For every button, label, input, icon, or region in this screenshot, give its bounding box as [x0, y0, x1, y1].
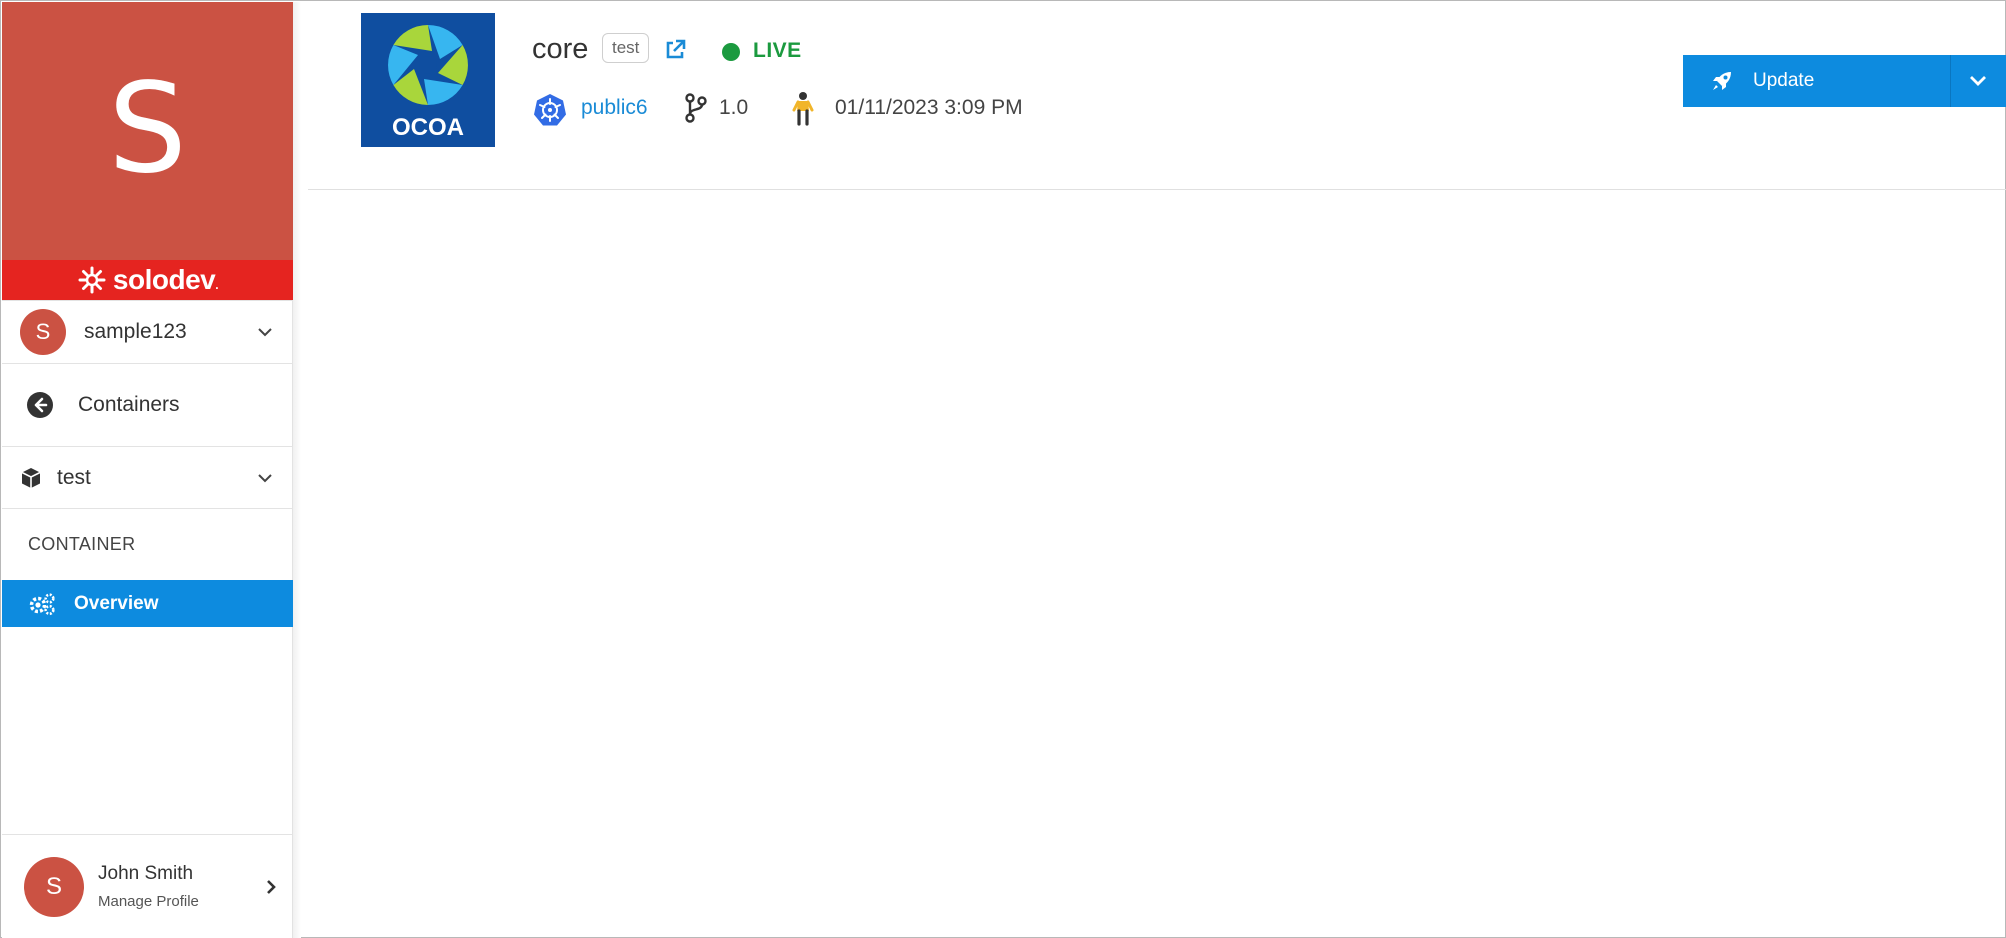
rocket-icon [1713, 72, 1731, 90]
user-name: John Smith [98, 863, 194, 884]
sidebar: S solodev. S sample123 Containers test C… [2, 2, 293, 938]
environment-switcher[interactable]: test [2, 447, 293, 509]
app-logo-text: OCOA [392, 114, 464, 141]
solodev-mark-icon [78, 266, 106, 294]
org-avatar: S [20, 309, 66, 355]
external-link-icon[interactable] [663, 38, 687, 62]
section-label-container: CONTAINER [28, 534, 136, 554]
header-divider [308, 189, 2006, 190]
update-label: Update [1753, 70, 1815, 91]
app-frame: S solodev. S sample123 Containers test C… [0, 0, 2006, 938]
status-dot [722, 43, 740, 61]
solodev-logo[interactable]: solodev. [2, 260, 293, 300]
hero-letter: S [108, 57, 187, 201]
org-switcher[interactable]: S sample123 [2, 300, 293, 364]
brand-name: solodev [112, 264, 216, 295]
avatar: S [24, 856, 84, 917]
brand-suffix: . [215, 278, 219, 292]
status-badge: LIVE [753, 39, 802, 62]
gears-icon [29, 592, 55, 615]
chevron-down-icon[interactable] [1967, 71, 1989, 91]
person-icon [792, 92, 814, 126]
update-button[interactable]: Update [1683, 55, 2006, 107]
brand-hero: S [2, 2, 293, 260]
version-label: 1.0 [719, 96, 749, 119]
org-name: sample123 [84, 320, 187, 343]
cube-icon [21, 467, 41, 488]
deployed-timestamp: 01/11/2023 3:09 PM [835, 96, 1023, 119]
chevron-right-icon [267, 879, 276, 894]
app-logo: OCOA [361, 13, 495, 147]
arrow-left-circle-icon [27, 392, 53, 418]
environment-badge: test [602, 33, 650, 63]
back-to-containers[interactable]: Containers [2, 364, 293, 447]
sidebar-item-label: Overview [74, 592, 159, 614]
environment-label: test [57, 465, 91, 489]
chevron-down-icon [258, 473, 272, 482]
manage-profile-link[interactable]: Manage Profile [98, 893, 263, 910]
git-branch-icon [685, 93, 707, 123]
sidebar-item-overview[interactable]: Overview [2, 580, 293, 627]
cluster-link[interactable]: public6 [581, 96, 648, 120]
app-title: core [532, 33, 589, 65]
kubernetes-icon [534, 94, 566, 126]
back-label: Containers [78, 393, 180, 416]
user-profile[interactable]: S John Smith Manage Profile [2, 834, 293, 938]
chevron-down-icon [258, 328, 272, 337]
